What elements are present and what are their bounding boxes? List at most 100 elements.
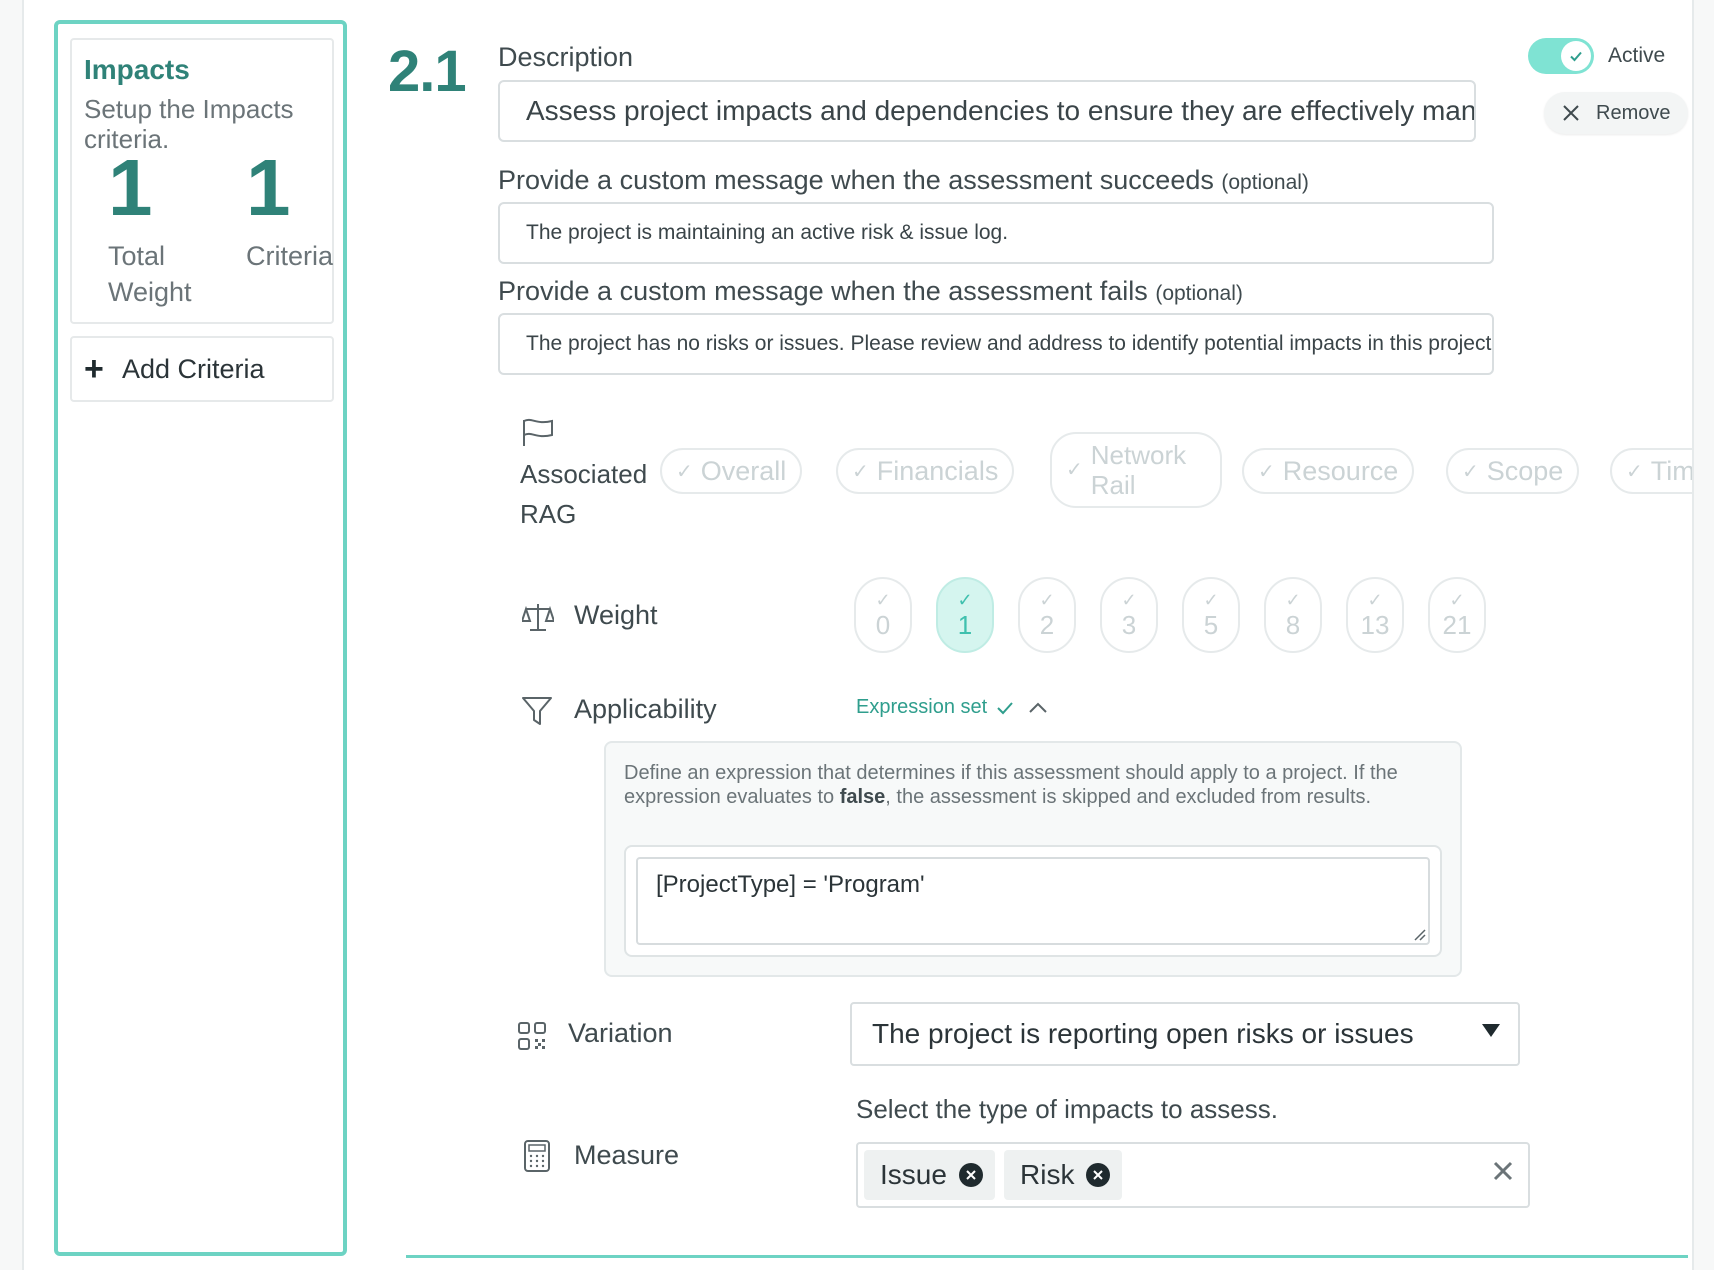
- expression-text: [ProjectType] = 'Program': [656, 871, 925, 898]
- rag-option-financials[interactable]: ✓ Financials: [836, 448, 1015, 494]
- check-icon: ✓: [1367, 589, 1383, 610]
- expression-status: Expression set: [856, 696, 988, 718]
- weight-value: 3: [1121, 609, 1137, 640]
- weight-value: 0: [875, 609, 891, 640]
- weight-label: Weight: [574, 600, 658, 630]
- remove-label: Remove: [1596, 101, 1671, 124]
- check-icon: ✓: [1203, 589, 1219, 610]
- rag-option-label: Timeline: [1650, 455, 1694, 486]
- stat-value: 1: [246, 143, 291, 232]
- add-criteria-label: Add Criteria: [122, 353, 265, 384]
- rag-option-scope[interactable]: ✓ Scope: [1446, 448, 1580, 494]
- weight-option-3[interactable]: ✓ 3: [1100, 577, 1158, 653]
- check-icon: [997, 701, 1013, 714]
- remove-button[interactable]: Remove: [1544, 92, 1688, 134]
- chevron-up-icon: [1029, 702, 1047, 713]
- tag-label: Risk: [1020, 1159, 1075, 1190]
- check-icon: ✓: [676, 460, 693, 483]
- sidebar: Impacts Setup the Impacts criteria. 1 To…: [54, 20, 347, 1256]
- rag-option-label: Network Rail: [1090, 440, 1187, 500]
- check-icon: ✓: [1121, 589, 1137, 610]
- applicability-label: Applicability: [574, 694, 717, 724]
- weight-value: 13: [1360, 609, 1390, 640]
- check-icon: ✓: [1066, 459, 1083, 481]
- associated-rag-label: Associated RAG: [520, 459, 648, 529]
- expression-panel: Define an expression that determines if …: [604, 741, 1462, 977]
- expression-textarea[interactable]: [ProjectType] = 'Program': [636, 857, 1430, 945]
- criteria-number: 2.1: [388, 39, 467, 104]
- description-input[interactable]: Assess project impacts and dependencies …: [498, 80, 1476, 142]
- flag-icon: [523, 418, 553, 446]
- optional-hint: (optional): [1155, 282, 1243, 305]
- rag-option-resource[interactable]: ✓ Resource: [1242, 448, 1415, 494]
- active-label: Active: [1608, 44, 1666, 67]
- fail-message-label: Provide a custom message when the assess…: [498, 276, 1243, 307]
- tag-label: Issue: [880, 1159, 947, 1190]
- stat-total-weight: 1 Total Weight: [108, 148, 198, 310]
- weight-option-21[interactable]: ✓ 21: [1428, 577, 1486, 653]
- remove-tag-icon[interactable]: [1086, 1163, 1111, 1187]
- weight-option-1[interactable]: ✓ 1: [936, 577, 994, 653]
- weight-value: 1: [957, 609, 973, 640]
- fail-label-text: Provide a custom message when the assess…: [498, 276, 1148, 306]
- rag-option-label: Scope: [1486, 455, 1564, 486]
- rag-option-label: Financials: [876, 455, 999, 486]
- rag-option-overall[interactable]: ✓ Overall: [660, 448, 803, 494]
- stat-label: Criteria: [246, 241, 334, 271]
- variation-selected: The project is reporting open risks or i…: [872, 1018, 1414, 1049]
- check-icon: ✓: [1258, 460, 1275, 483]
- check-icon: ✓: [1462, 460, 1479, 483]
- measure-label: Measure: [574, 1140, 680, 1170]
- toggle-knob: [1561, 41, 1591, 71]
- check-icon: ✓: [1626, 460, 1643, 483]
- check-icon: ✓: [957, 589, 973, 610]
- expression-toggle[interactable]: Expression set: [856, 696, 1047, 719]
- active-toggle-group: Active: [1528, 38, 1665, 74]
- add-criteria-button[interactable]: + Add Criteria: [70, 336, 334, 402]
- weight-value: 21: [1442, 609, 1472, 640]
- expression-desc-part: , the assessment is skipped and excluded…: [885, 786, 1372, 808]
- stat-label: Total Weight: [108, 241, 192, 307]
- dropdown-caret-icon: [1482, 1024, 1500, 1037]
- expression-description: Define an expression that determines if …: [624, 761, 1444, 809]
- check-icon: ✓: [1039, 589, 1055, 610]
- measure-multiselect[interactable]: Issue Risk: [856, 1142, 1530, 1208]
- stat-value: 1: [108, 143, 153, 232]
- measure-tag-risk: Risk: [1004, 1150, 1123, 1200]
- fail-message-input[interactable]: The project has no risks or issues. Plea…: [498, 313, 1494, 375]
- check-icon: ✓: [875, 589, 891, 610]
- remove-tag-icon[interactable]: [958, 1163, 983, 1187]
- rag-option-label: Resource: [1282, 455, 1399, 486]
- active-toggle[interactable]: [1528, 38, 1594, 74]
- close-icon: [1563, 105, 1579, 121]
- measure-tag-issue: Issue: [864, 1150, 995, 1200]
- stat-criteria: 1 Criteria: [246, 148, 333, 274]
- section-divider: [406, 1255, 1688, 1258]
- weight-option-2[interactable]: ✓ 2: [1018, 577, 1076, 653]
- optional-hint: (optional): [1221, 171, 1309, 194]
- clear-all-icon[interactable]: [1492, 1160, 1514, 1182]
- section-summary-card[interactable]: Impacts Setup the Impacts criteria. 1 To…: [70, 38, 334, 324]
- variation-label: Variation: [568, 1018, 673, 1048]
- criteria-editor: Impacts Setup the Impacts criteria. 1 To…: [22, 0, 1694, 1270]
- weight-value: 5: [1203, 609, 1219, 640]
- measure-hint: Select the type of impacts to assess.: [856, 1094, 1278, 1124]
- weight-option-5[interactable]: ✓ 5: [1182, 577, 1240, 653]
- weight-option-8[interactable]: ✓ 8: [1264, 577, 1322, 653]
- check-icon: ✓: [1449, 589, 1465, 610]
- success-message-label: Provide a custom message when the assess…: [498, 165, 1309, 196]
- expression-editor-frame: [ProjectType] = 'Program': [624, 845, 1442, 957]
- rag-option-timeline[interactable]: ✓ Timeline: [1610, 448, 1694, 494]
- resize-handle-icon[interactable]: [1412, 927, 1426, 941]
- qr-grid-icon: [518, 1022, 546, 1050]
- check-icon: ✓: [852, 460, 869, 483]
- weight-option-0[interactable]: ✓ 0: [854, 577, 912, 653]
- success-message-input[interactable]: The project is maintaining an active ris…: [498, 202, 1494, 264]
- check-icon: [1570, 51, 1582, 62]
- variation-select[interactable]: The project is reporting open risks or i…: [850, 1002, 1520, 1066]
- expression-desc-bold: false: [839, 786, 886, 808]
- weight-value: 8: [1285, 609, 1301, 640]
- plus-icon: +: [84, 350, 104, 388]
- weight-option-13[interactable]: ✓ 13: [1346, 577, 1404, 653]
- rag-option-network-rail[interactable]: ✓ Network Rail: [1050, 432, 1222, 508]
